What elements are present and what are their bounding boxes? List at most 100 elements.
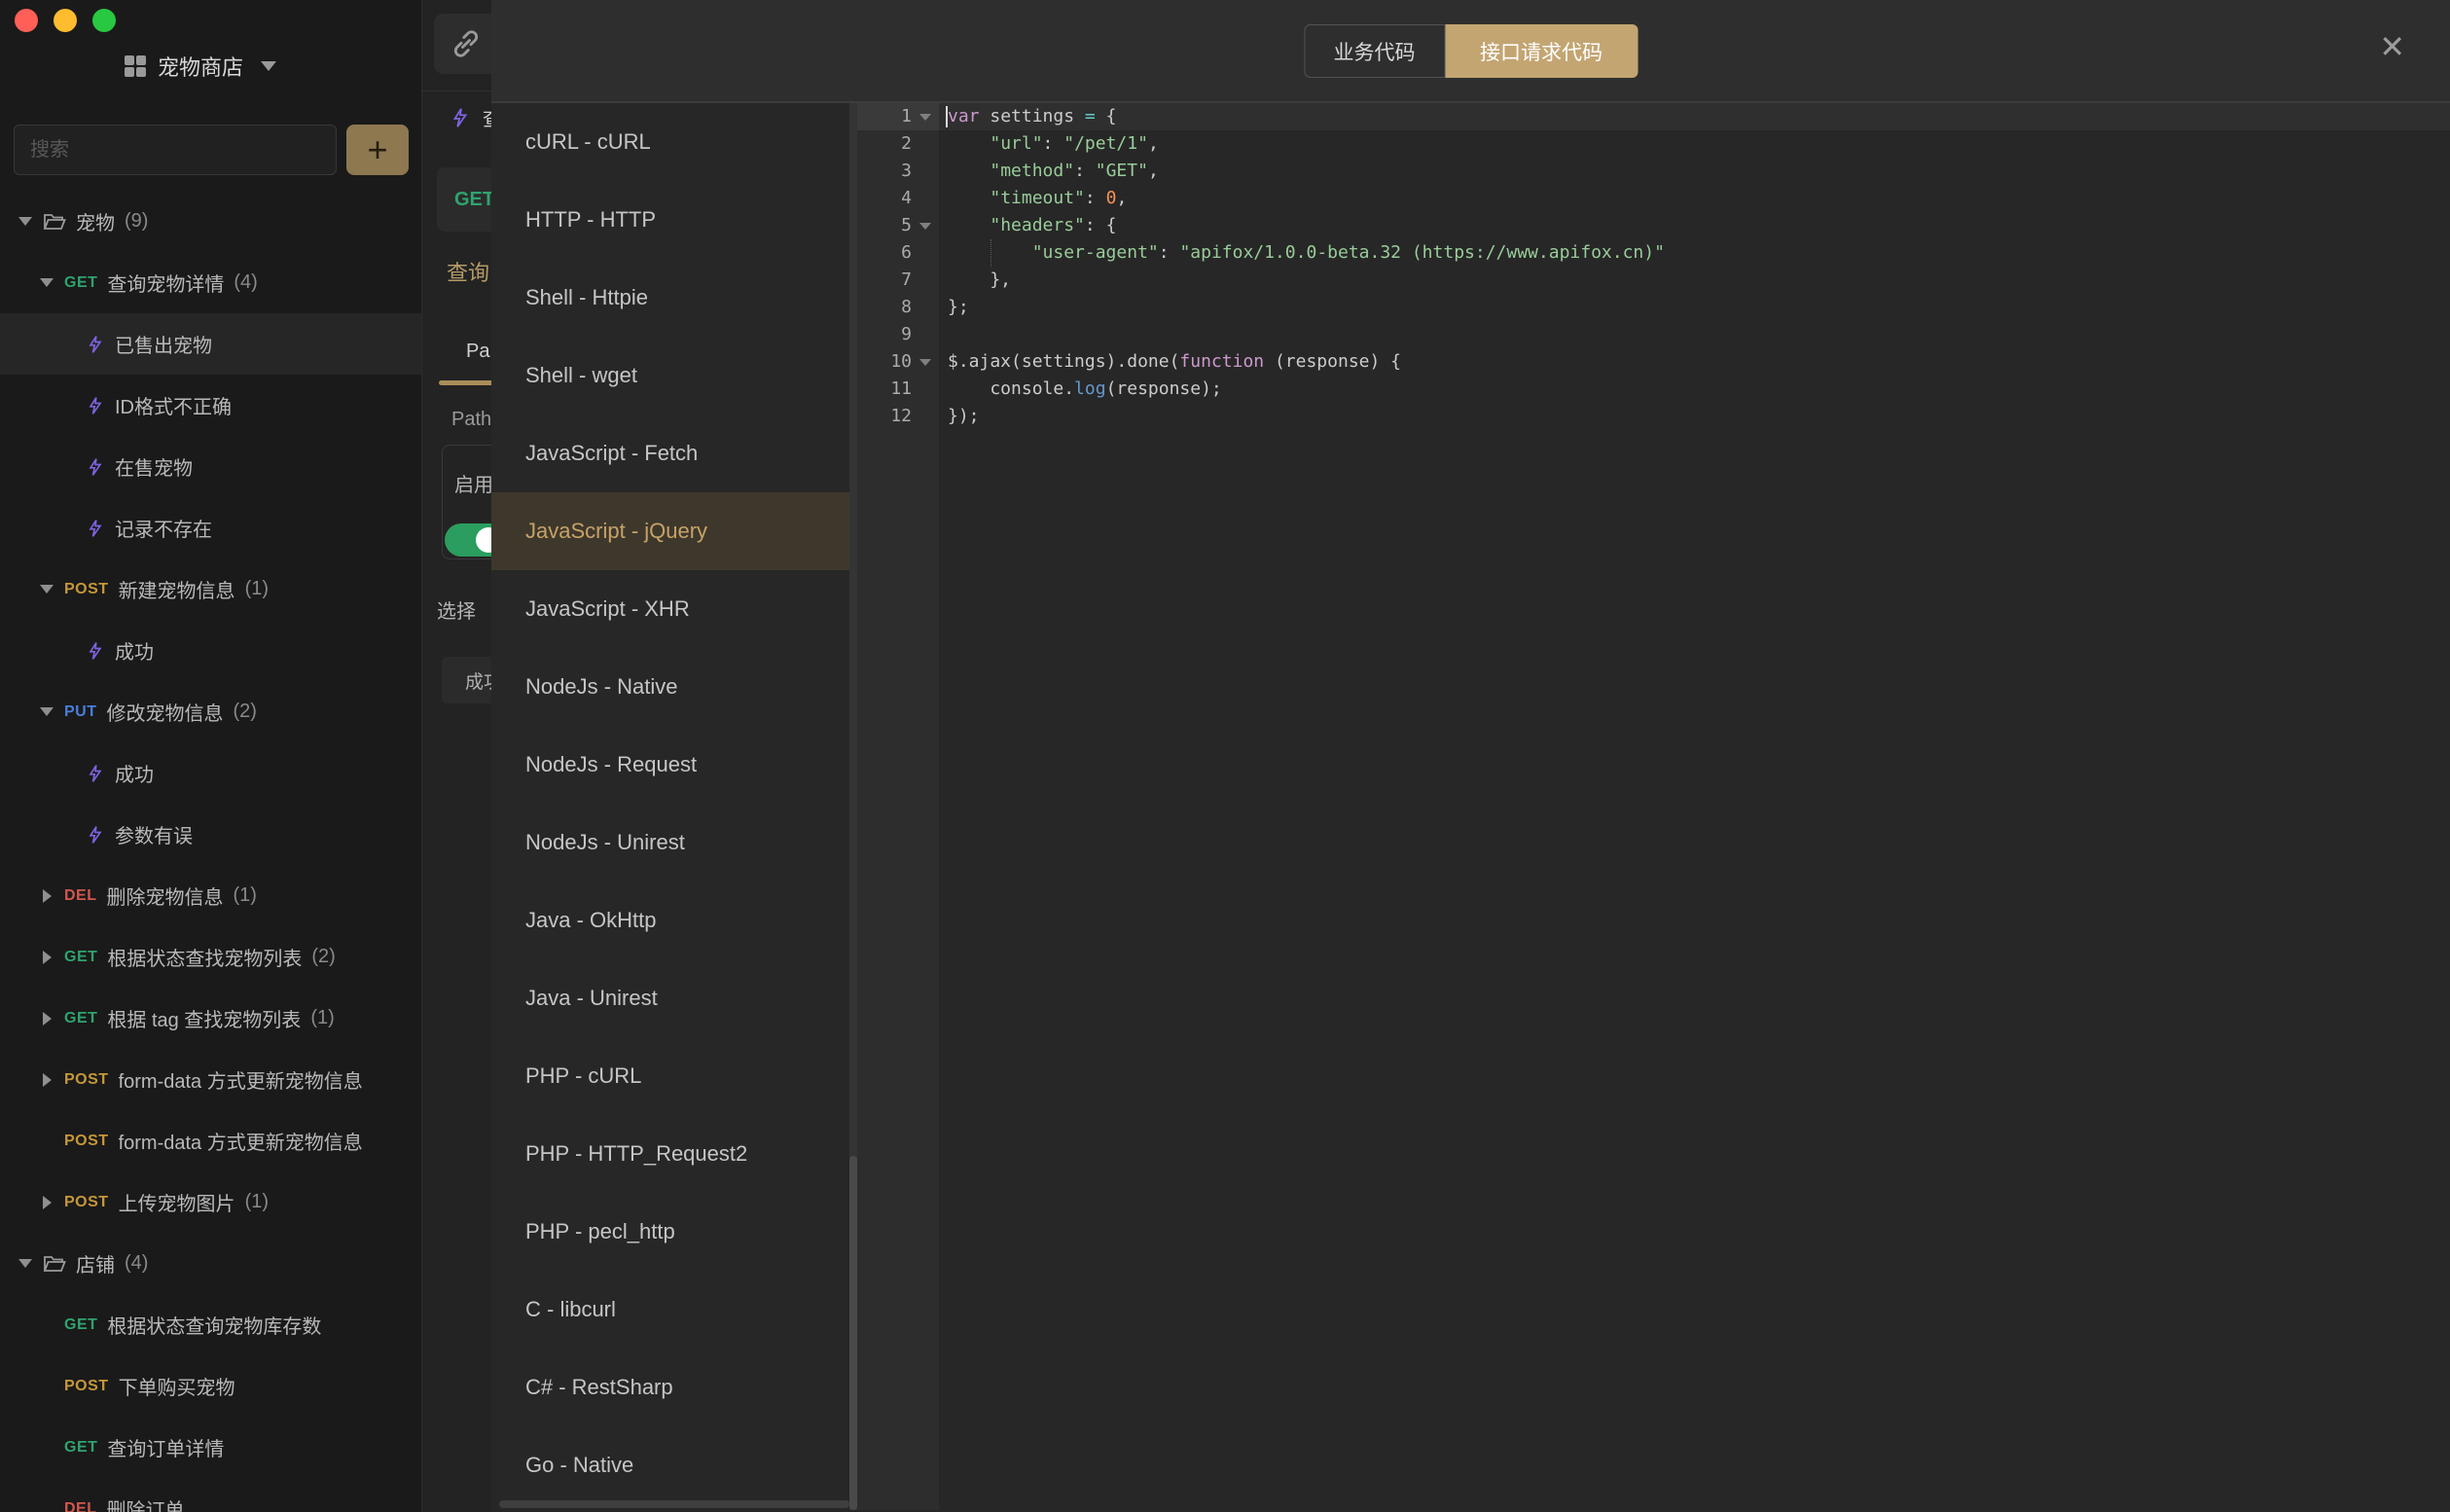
chevron-down-icon[interactable] (39, 707, 54, 716)
language-item[interactable]: cURL - cURL (491, 103, 857, 181)
chevron-down-icon[interactable] (18, 217, 33, 226)
tree-case[interactable]: 成功 (0, 620, 421, 681)
text-cursor (946, 106, 948, 127)
editor-lines: var settings = { "url": "/pet/1", "metho… (939, 103, 2450, 1510)
fold-arrow-icon[interactable] (919, 359, 931, 366)
tree-endpoint[interactable]: GET查询宠物详情(4) (0, 252, 421, 313)
enable-label: 启用 (454, 469, 491, 497)
line-number[interactable]: 8 (857, 294, 939, 321)
tree-folder[interactable]: 店铺(4) (0, 1233, 421, 1294)
line-number[interactable]: 3 (857, 158, 939, 185)
api-tree: 宠物(9)GET查询宠物详情(4)已售出宠物ID格式不正确在售宠物记录不存在 PO… (0, 191, 421, 1512)
chevron-down-icon[interactable] (18, 1259, 33, 1268)
line-number[interactable]: 2 (857, 130, 939, 158)
tree-case[interactable]: 记录不存在 (0, 497, 421, 558)
params-tab[interactable]: Pa (466, 341, 489, 363)
tree-endpoint[interactable]: GET根据状态查找宠物列表(2) (0, 926, 421, 988)
tab-api-request-code[interactable]: 接口请求代码 (1445, 24, 1638, 78)
line-number[interactable]: 12 (857, 403, 939, 430)
response-select[interactable]: 成功 (442, 657, 491, 703)
method-label: POST (64, 1378, 109, 1395)
tree-endpoint[interactable]: POST上传宠物图片(1) (0, 1171, 421, 1233)
language-item[interactable]: C# - RestSharp (491, 1349, 857, 1426)
chevron-right-icon[interactable] (39, 1012, 54, 1026)
method-label: DEL (64, 1500, 97, 1512)
language-item[interactable]: Java - Unirest (491, 959, 857, 1037)
link-icon (450, 27, 483, 60)
language-item[interactable]: NodeJs - Request (491, 726, 857, 804)
maximize-window-icon[interactable] (92, 9, 116, 32)
list-scrollbar-thumb[interactable] (849, 1156, 857, 1510)
tree-case[interactable]: 参数有误 (0, 804, 421, 865)
line-number[interactable]: 7 (857, 267, 939, 294)
window-controls[interactable] (15, 9, 116, 32)
language-item[interactable]: JavaScript - Fetch (491, 414, 857, 492)
tree-endpoint[interactable]: DEL删除宠物信息(1) (0, 865, 421, 926)
tree-endpoint[interactable]: POSTform-data 方式更新宠物信息 (0, 1049, 421, 1110)
minimize-window-icon[interactable] (54, 9, 77, 32)
language-item[interactable]: HTTP - HTTP (491, 181, 857, 259)
chevron-down-icon[interactable] (39, 585, 54, 594)
tree-item-label: 记录不存在 (115, 514, 212, 542)
add-button[interactable]: + (346, 125, 409, 175)
tab-business-code[interactable]: 业务代码 (1304, 24, 1445, 78)
tree-case[interactable]: ID格式不正确 (0, 375, 421, 436)
tree-endpoint[interactable]: DEL删除订单 (0, 1478, 421, 1512)
request-tab[interactable]: 查 (450, 103, 491, 131)
list-hscrollbar-thumb[interactable] (499, 1500, 849, 1508)
language-item[interactable]: C - libcurl (491, 1271, 857, 1349)
language-item[interactable]: PHP - pecl_http (491, 1193, 857, 1271)
language-item[interactable]: Go - Native (491, 1426, 857, 1504)
tree-endpoint[interactable]: GET查询订单详情 (0, 1417, 421, 1478)
request-tab-label: 查 (483, 103, 491, 131)
tree-endpoint[interactable]: POST下单购买宠物 (0, 1355, 421, 1417)
language-item[interactable]: NodeJs - Unirest (491, 804, 857, 882)
chevron-right-icon[interactable] (39, 1196, 54, 1209)
code-editor[interactable]: 123456789101112 var settings = { "url": … (857, 103, 2450, 1510)
language-item[interactable]: PHP - cURL (491, 1037, 857, 1115)
line-number[interactable]: 6 (857, 239, 939, 267)
tree-case[interactable]: 在售宠物 (0, 436, 421, 497)
line-number[interactable]: 9 (857, 321, 939, 348)
language-item[interactable]: JavaScript - XHR (491, 570, 857, 648)
project-selector[interactable]: 宠物商店 (125, 51, 276, 82)
tree-endpoint[interactable]: PUT修改宠物信息(2) (0, 681, 421, 742)
method-label: GET (64, 949, 97, 966)
tree-item-label: 根据状态查询宠物库存数 (107, 1311, 321, 1339)
code-line: "method": "GET", (939, 158, 2450, 185)
language-item[interactable]: JavaScript - jQuery (491, 492, 857, 570)
tree-folder[interactable]: 宠物(9) (0, 191, 421, 252)
chevron-right-icon[interactable] (39, 889, 54, 903)
language-item[interactable]: PHP - HTTP_Request2 (491, 1115, 857, 1193)
line-number[interactable]: 5 (857, 212, 939, 239)
language-item[interactable]: Shell - Httpie (491, 259, 857, 337)
language-item[interactable]: NodeJs - Native (491, 648, 857, 726)
tree-endpoint[interactable]: POST新建宠物信息(1) (0, 558, 421, 620)
tree-case[interactable]: 成功 (0, 742, 421, 804)
chevron-right-icon[interactable] (39, 951, 54, 964)
tree-case[interactable]: 已售出宠物 (0, 313, 421, 375)
chevron-right-icon[interactable] (39, 1073, 54, 1087)
line-number[interactable]: 11 (857, 376, 939, 403)
line-number[interactable]: 4 (857, 185, 939, 212)
chevron-down-icon[interactable] (39, 278, 54, 287)
close-icon[interactable]: ✕ (2373, 25, 2411, 68)
language-item[interactable]: Shell - wget (491, 337, 857, 414)
tree-endpoint[interactable]: GET根据状态查询宠物库存数 (0, 1294, 421, 1355)
line-number[interactable]: 10 (857, 348, 939, 376)
line-number[interactable]: 1 (857, 103, 939, 130)
search-input[interactable] (14, 125, 337, 175)
fold-arrow-icon[interactable] (919, 114, 931, 121)
lightning-icon (86, 517, 105, 540)
method-label: GET (64, 1439, 97, 1457)
enable-toggle[interactable] (445, 523, 491, 557)
code-type-tabs: 业务代码 接口请求代码 (1304, 24, 1638, 78)
fold-arrow-icon[interactable] (919, 223, 931, 230)
tree-item-count: (9) (125, 210, 148, 233)
close-window-icon[interactable] (15, 9, 38, 32)
tree-item-count: (2) (234, 701, 257, 723)
tree-endpoint[interactable]: POSTform-data 方式更新宠物信息 (0, 1110, 421, 1171)
tree-endpoint[interactable]: GET根据 tag 查找宠物列表(1) (0, 988, 421, 1049)
language-item[interactable]: Java - OkHttp (491, 882, 857, 959)
link-button[interactable] (434, 14, 491, 74)
